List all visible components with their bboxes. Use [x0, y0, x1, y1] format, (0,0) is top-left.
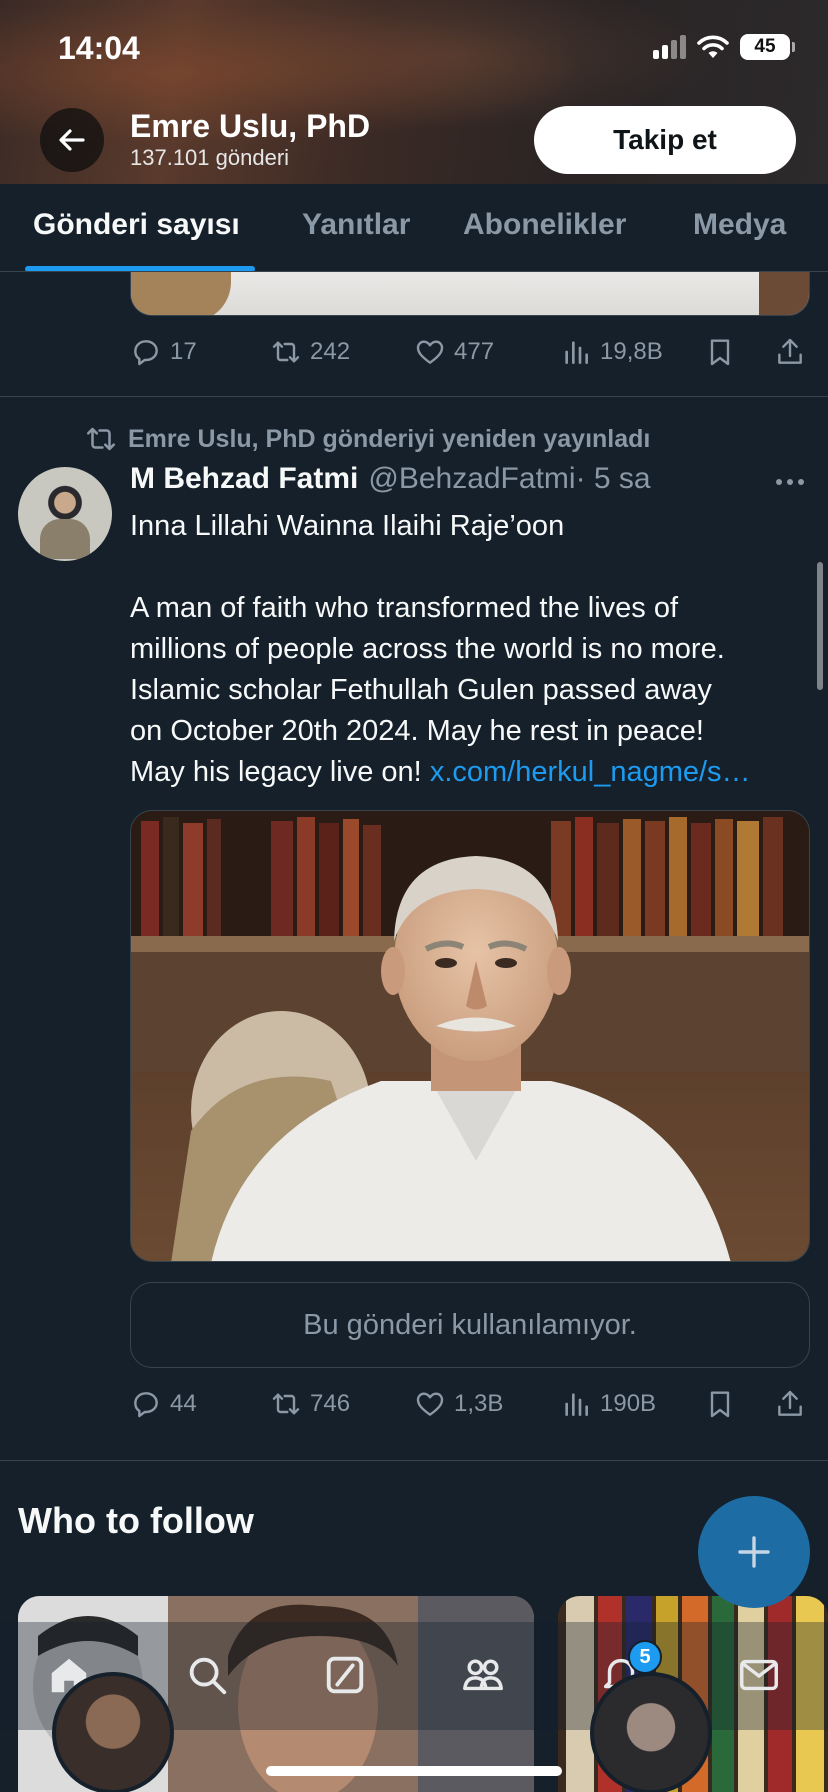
reply-icon: [134, 1392, 158, 1418]
repost-icon: [272, 341, 300, 363]
who-to-follow-title: Who to follow: [18, 1500, 254, 1541]
post-actions: 44 746 1,3B 190B: [130, 1384, 810, 1424]
post-text-line: Islamic scholar Fethullah Gulen passed a…: [130, 674, 712, 706]
share-button[interactable]: [774, 1388, 806, 1420]
cellular-signal-icon: [653, 35, 686, 59]
like-button[interactable]: 477: [414, 336, 494, 368]
views-chart-icon: [565, 341, 588, 364]
nav-search[interactable]: [180, 1648, 234, 1702]
views-button[interactable]: 19,8B: [560, 336, 663, 368]
post-header: M Behzad Fatmi @BehzadFatmi · 5 sa: [130, 462, 810, 496]
wifi-icon: [697, 35, 729, 58]
tab-media[interactable]: Medya: [693, 208, 786, 242]
post-image[interactable]: [130, 810, 810, 1262]
mail-icon: [740, 1659, 778, 1691]
like-count: 1,3B: [454, 1390, 504, 1417]
post-text: Inna Lillahi Wainna Ilaihi Raje’oon A ma…: [130, 506, 820, 793]
repost-context[interactable]: Emre Uslu, PhD gönderiyi yeniden yayınla…: [84, 422, 650, 456]
nav-messages[interactable]: [732, 1648, 786, 1702]
repost-button[interactable]: 242: [270, 336, 350, 368]
share-button[interactable]: [774, 336, 806, 368]
scrollbar[interactable]: [817, 562, 823, 690]
repost-count: 746: [310, 1390, 351, 1417]
back-button[interactable]: [40, 108, 104, 172]
bookmark-button[interactable]: [704, 1388, 736, 1420]
post-text-line: Inna Lillahi Wainna Ilaihi Raje’oon: [130, 510, 565, 542]
bookmark-icon: [710, 1391, 730, 1418]
grok-icon: [326, 1656, 364, 1694]
profile-tabs: Gönderi sayısı Yanıtlar Abonelikler Medy…: [0, 184, 828, 272]
suggestion-avatar[interactable]: [52, 1672, 174, 1792]
share-icon: [778, 338, 802, 364]
battery-icon: 45: [740, 34, 795, 60]
nav-grok[interactable]: [318, 1648, 372, 1702]
like-button[interactable]: 1,3B: [414, 1388, 503, 1420]
status-time: 14:04: [58, 30, 140, 66]
post-count: 137.101 gönderi: [130, 145, 290, 170]
unavailable-quote-notice: Bu gönderi kullanılamıyor.: [130, 1282, 810, 1368]
plus-icon: [738, 1536, 770, 1568]
arrow-left-icon: [59, 129, 85, 151]
suggestion-avatar[interactable]: [590, 1672, 712, 1792]
post-time: · 5 sa: [575, 462, 651, 495]
post-text-line-last: May his legacy live on! x.com/herkul_nag…: [130, 752, 820, 793]
tab-replies[interactable]: Yanıtlar: [302, 208, 410, 242]
repost-button[interactable]: 746: [270, 1388, 350, 1420]
post-divider: [0, 396, 828, 397]
author-name[interactable]: M Behzad Fatmi: [130, 462, 358, 496]
notification-badge: 5: [628, 1640, 662, 1674]
tab-subscriptions[interactable]: Abonelikler: [463, 208, 626, 242]
follow-button[interactable]: Takip et: [534, 106, 796, 174]
share-icon: [778, 1390, 802, 1416]
like-count: 477: [454, 338, 495, 365]
home-indicator[interactable]: [266, 1766, 562, 1776]
post-text-line: on October 20th 2024. May he rest in pea…: [130, 715, 704, 747]
reply-icon: [134, 340, 158, 366]
search-icon: [189, 1657, 227, 1695]
repost-icon: [272, 1393, 300, 1415]
author-handle[interactable]: @BehzadFatmi: [368, 462, 575, 496]
portrait-photo: [131, 811, 809, 1261]
section-divider: [0, 1460, 828, 1461]
nav-communities[interactable]: [456, 1648, 510, 1702]
status-icons: 45: [653, 34, 795, 60]
post-text-line: [130, 547, 820, 588]
profile-header: 14:04 45 Emre Uslu, PhD 137.101 gönderi …: [0, 0, 828, 184]
post-text-line: A man of faith who transformed the lives…: [130, 592, 679, 624]
communities-icon: [463, 1659, 503, 1691]
tab-posts[interactable]: Gönderi sayısı: [33, 208, 240, 242]
bookmark-button[interactable]: [704, 336, 736, 368]
bookmark-icon: [710, 339, 730, 366]
post-text-line: millions of people across the world is n…: [130, 633, 725, 665]
profile-name: Emre Uslu, PhD: [130, 108, 371, 144]
views-count: 19,8B: [600, 338, 663, 365]
post-link[interactable]: x.com/herkul_nagme/s…: [430, 756, 751, 788]
compose-button[interactable]: [698, 1496, 810, 1608]
more-options-icon[interactable]: [776, 470, 808, 494]
post-text-line: May his legacy live on!: [130, 756, 430, 788]
views-chart-icon: [565, 1393, 588, 1416]
previous-post-actions: 17 242 477 19,8B: [130, 332, 810, 372]
previous-post-image[interactable]: [130, 272, 810, 316]
reply-button[interactable]: 44: [130, 1388, 197, 1420]
views-count: 190B: [600, 1390, 657, 1417]
repost-count: 242: [310, 338, 351, 365]
repost-context-text: Emre Uslu, PhD gönderiyi yeniden yayınla…: [128, 424, 651, 453]
heart-icon: [416, 340, 444, 364]
reply-count: 17: [170, 338, 197, 365]
reply-count: 44: [170, 1390, 197, 1417]
reply-button[interactable]: 17: [130, 336, 197, 368]
views-button[interactable]: 190B: [560, 1388, 656, 1420]
author-avatar[interactable]: [18, 467, 112, 561]
heart-icon: [416, 1392, 444, 1416]
repost-icon: [86, 427, 116, 451]
